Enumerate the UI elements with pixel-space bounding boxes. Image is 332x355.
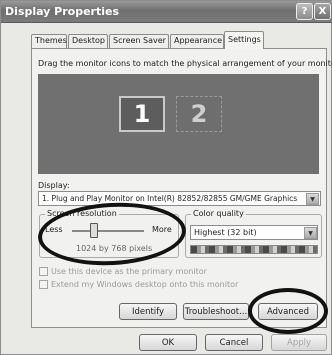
- instruction-text: Drag the monitor icons to match the phys…: [38, 59, 332, 68]
- display-dropdown-value: 1. Plug and Play Monitor on Intel(R) 828…: [42, 194, 298, 203]
- tab-themes[interactable]: Themes: [31, 34, 67, 48]
- extend-desktop-checkbox[interactable]: [39, 280, 48, 289]
- color-quality-value: Highest (32 bit): [194, 228, 257, 237]
- tab-appearance[interactable]: Appearance: [170, 34, 224, 48]
- tab-screen-saver[interactable]: Screen Saver: [109, 34, 169, 48]
- color-quality-dropdown[interactable]: Highest (32 bit) ▼: [190, 225, 318, 240]
- screen-resolution-label: Screen resolution: [45, 209, 119, 218]
- display-dropdown[interactable]: 1. Plug and Play Monitor on Intel(R) 828…: [38, 191, 321, 206]
- apply-button[interactable]: Apply: [271, 334, 327, 351]
- advanced-button[interactable]: Advanced: [258, 303, 318, 320]
- monitor-1-icon[interactable]: 1: [119, 96, 165, 132]
- primary-monitor-checkbox-row: Use this device as the primary monitor: [39, 267, 207, 276]
- ok-button[interactable]: OK: [139, 334, 197, 351]
- slider-more-label: More: [152, 225, 172, 234]
- title-bar[interactable]: Display Properties ? X: [1, 1, 332, 23]
- primary-monitor-checkbox[interactable]: [39, 267, 48, 276]
- slider-less-label: Less: [45, 225, 63, 234]
- help-button[interactable]: ?: [296, 3, 313, 20]
- display-properties-window: Display Properties ? X Themes Desktop Sc…: [0, 0, 332, 355]
- chevron-down-icon[interactable]: ▼: [304, 227, 317, 239]
- color-quality-group: Color quality Highest (32 bit) ▼: [185, 209, 322, 258]
- extend-desktop-label: Extend my Windows desktop onto this moni…: [51, 280, 239, 289]
- chevron-down-icon[interactable]: ▼: [306, 193, 319, 205]
- resolution-slider-thumb[interactable]: [89, 223, 98, 238]
- color-quality-label: Color quality: [191, 209, 246, 218]
- tab-desktop[interactable]: Desktop: [68, 34, 108, 48]
- resolution-value: 1024 by 768 pixels: [76, 244, 153, 253]
- cancel-button[interactable]: Cancel: [205, 334, 263, 351]
- close-button[interactable]: X: [314, 3, 331, 20]
- troubleshoot-button[interactable]: Troubleshoot...: [183, 303, 249, 320]
- primary-monitor-label: Use this device as the primary monitor: [51, 267, 207, 276]
- tab-settings[interactable]: Settings: [224, 31, 264, 49]
- resolution-slider-track[interactable]: [72, 230, 144, 232]
- monitor-arrangement-area[interactable]: 1 2: [38, 74, 319, 174]
- identify-button[interactable]: Identify: [119, 303, 177, 320]
- extend-desktop-checkbox-row: Extend my Windows desktop onto this moni…: [39, 280, 238, 289]
- display-label: Display:: [38, 181, 70, 190]
- color-sample-bar: [190, 245, 318, 254]
- monitor-2-icon[interactable]: 2: [176, 96, 222, 132]
- screen-resolution-group: Screen resolution Less More 1024 by 768 …: [39, 209, 179, 258]
- window-title: Display Properties: [5, 5, 120, 18]
